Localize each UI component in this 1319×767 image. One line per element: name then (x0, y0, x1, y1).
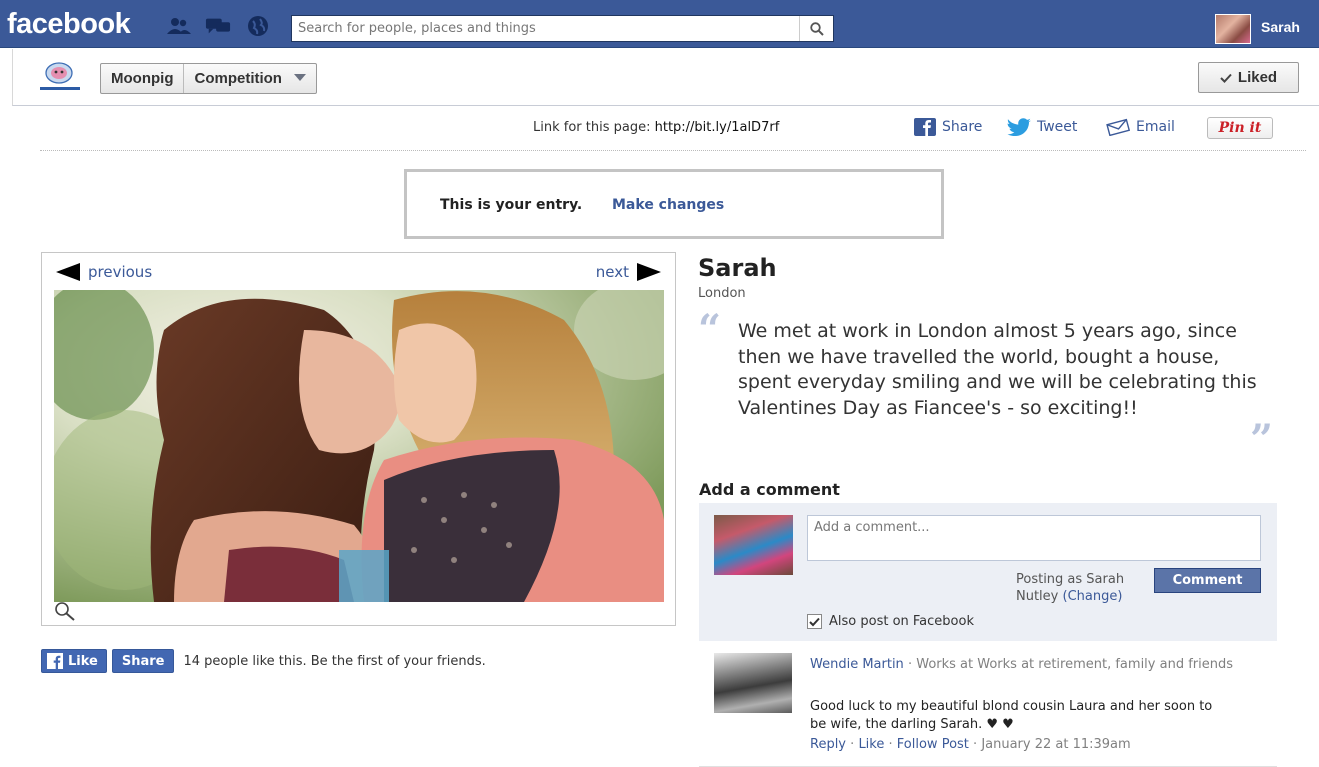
change-identity-link[interactable]: (Change) (1063, 589, 1123, 604)
facebook-icon (47, 653, 63, 669)
page-link-url[interactable]: http://bit.ly/1alD7rf (655, 120, 780, 135)
pin-it-button[interactable]: Pin it (1207, 117, 1273, 139)
next-label: next (595, 263, 629, 281)
page-link-label: Link for this page: (533, 120, 651, 135)
comment-timestamp: January 22 at 11:39am (981, 737, 1131, 752)
next-link[interactable]: next (596, 263, 661, 281)
arrow-left-icon (56, 263, 80, 281)
comment-separator: · (907, 657, 913, 672)
share-label: Share (942, 119, 983, 135)
comment-header: Wendie Martin · Works at Works at retire… (810, 655, 1260, 675)
search-button[interactable] (799, 16, 833, 41)
tweet-label: Tweet (1037, 119, 1078, 135)
page-root: facebook Sarah Moonpig (0, 0, 1319, 767)
entry-story: We met at work in London almost 5 years … (738, 320, 1257, 419)
share-button[interactable]: Share (111, 649, 175, 673)
comment-submit-button[interactable]: Comment (1154, 568, 1261, 593)
messages-icon[interactable] (205, 15, 231, 37)
entry-photo[interactable] (54, 290, 664, 602)
like-count-text: 14 people like this. Be the first of you… (183, 653, 486, 669)
page-link: Link for this page: http://bit.ly/1alD7r… (533, 120, 779, 135)
zoom-icon[interactable] (54, 601, 76, 621)
competition-dropdown[interactable]: Competition (183, 64, 316, 93)
email-link[interactable]: Email (1106, 118, 1175, 136)
user-avatar[interactable] (1215, 14, 1251, 44)
tweet-link[interactable]: Tweet (1007, 118, 1077, 136)
search-input[interactable] (292, 16, 800, 41)
comment-form: Posting as Sarah Nutley (Change) Comment… (699, 503, 1277, 641)
action-separator: · (888, 737, 893, 752)
reply-link[interactable]: Reply (810, 737, 846, 752)
comment-actions: Reply · Like · Follow Post · January 22 … (810, 737, 1131, 752)
make-changes-link[interactable]: Make changes (612, 197, 724, 213)
comment-input[interactable] (807, 515, 1261, 561)
search-icon (809, 21, 824, 36)
entrant-location: London (698, 286, 746, 301)
add-comment-heading: Add a comment (699, 480, 840, 499)
app-breadcrumb: Moonpig Competition (100, 63, 317, 94)
entry-photo-panel: previous next (41, 252, 676, 626)
email-label: Email (1136, 119, 1175, 135)
also-post-label: Also post on Facebook (829, 614, 974, 629)
notifications-globe-icon[interactable] (245, 15, 271, 37)
like-bar: Like Share 14 people like this. Be the f… (41, 649, 486, 673)
liked-label: Liked (1237, 69, 1278, 86)
arrow-right-icon (637, 263, 661, 281)
posting-as-text: Posting as Sarah Nutley (Change) (1016, 571, 1146, 605)
facebook-logo[interactable]: facebook (7, 8, 131, 41)
competition-label: Competition (194, 70, 282, 87)
entry-notice: This is your entry. Make changes (404, 169, 944, 239)
comment-item: Wendie Martin · Works at Works at retire… (699, 641, 1277, 767)
friend-requests-icon[interactable] (166, 15, 192, 37)
liked-button[interactable]: Liked (1198, 62, 1299, 93)
moonpig-logo[interactable] (35, 61, 85, 93)
commenter-avatar (714, 515, 793, 575)
comment-author-avatar[interactable] (714, 653, 792, 713)
follow-post-link[interactable]: Follow Post (897, 737, 969, 752)
facebook-share-link[interactable]: Share (914, 118, 982, 136)
comment-body: Good luck to my beautiful blond cousin L… (810, 699, 1213, 732)
user-name-link[interactable]: Sarah (1261, 19, 1300, 35)
chevron-down-icon (293, 73, 306, 81)
also-post-option: Also post on Facebook (807, 614, 974, 629)
previous-link[interactable]: previous (56, 263, 152, 281)
also-post-checkbox[interactable] (807, 614, 822, 629)
comment-author-meta: Works at Works at retirement, family and… (916, 657, 1234, 672)
share-row: Link for this page: http://bit.ly/1alD7r… (40, 106, 1306, 151)
couple-photo-image (54, 290, 664, 602)
close-quote-icon: ” (1250, 416, 1274, 463)
entry-notice-text: This is your entry. (440, 197, 583, 213)
action-separator: · (973, 737, 978, 752)
like-comment-link[interactable]: Like (858, 737, 884, 752)
facebook-top-bar: facebook Sarah (0, 0, 1319, 48)
envelope-icon (1106, 118, 1130, 136)
comment-author-link[interactable]: Wendie Martin (810, 657, 904, 672)
open-quote-icon: “ (698, 306, 722, 353)
moonpig-button[interactable]: Moonpig (101, 64, 183, 93)
checkmark-icon (1220, 73, 1232, 83)
like-label: Like (68, 653, 98, 669)
checkmark-icon (809, 617, 820, 626)
entrant-name: Sarah (698, 254, 777, 282)
search-bar (291, 15, 834, 42)
previous-label: previous (88, 263, 153, 281)
app-header: Moonpig Competition Liked (12, 49, 1319, 106)
action-separator: · (850, 737, 855, 752)
twitter-bird-icon (1007, 118, 1031, 136)
like-button[interactable]: Like (41, 649, 107, 673)
facebook-icon (914, 118, 936, 136)
